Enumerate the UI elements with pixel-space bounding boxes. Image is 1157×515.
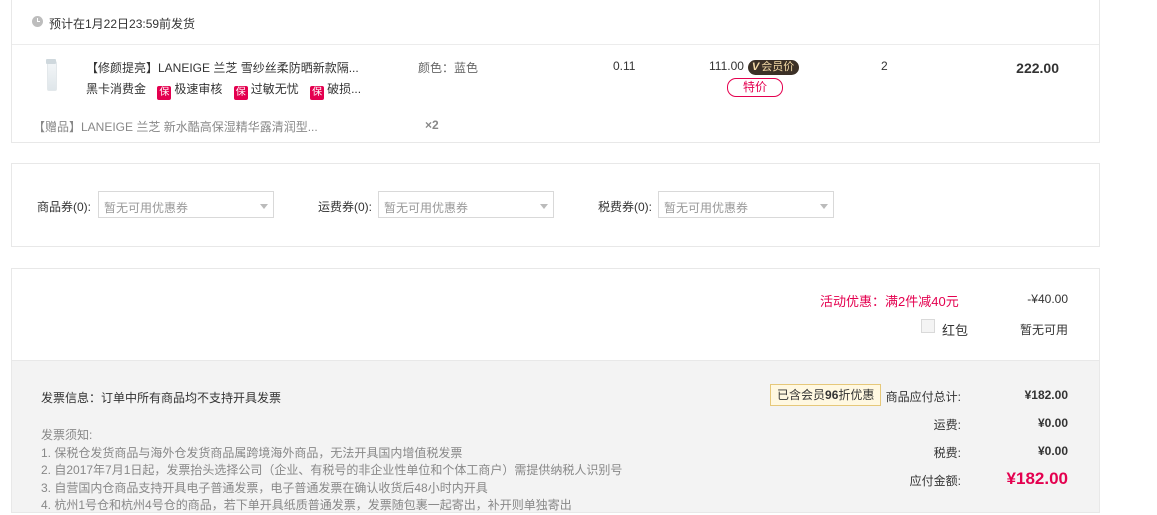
special-price-badge: 特价 <box>727 78 783 97</box>
promo-text: 活动优惠：满2件减40元 <box>820 294 959 309</box>
coupon-panel: 商品券(0): 暂无可用优惠券 运费券(0): 暂无可用优惠券 税费券(0): … <box>11 163 1100 247</box>
guarantee-icon: 保 <box>310 86 325 100</box>
tax-coupon-label: 税费券(0): <box>598 200 653 214</box>
hongbao-label: 红包 <box>942 323 969 338</box>
guarantee-damage: 保破损... <box>310 82 362 100</box>
clock-icon <box>32 16 43 27</box>
shipping-row: 预计在1月22日23:59前发货 <box>12 0 1099 45</box>
product-badges: 黑卡消费金 保极速审核 保过敏无忧 保破损... <box>86 80 369 100</box>
product-subtotal: 222.00 <box>1016 60 1059 76</box>
hongbao-checkbox[interactable] <box>921 319 935 333</box>
order-item-panel: 预计在1月22日23:59前发货 【修颜提亮】LANEIGE 兰芝 雪纱丝柔防晒… <box>11 0 1100 143</box>
order-summary-panel: 活动优惠：满2件减40元 -¥40.00 红包 暂无可用 发票信息：订单中所有商… <box>11 268 1100 513</box>
tax-coupon-select[interactable]: 暂无可用优惠券 <box>658 191 834 218</box>
invoice-note-line: 2. 自2017年7月1日起，发票抬头选择公司（企业、有税号的非企业性单位和个体… <box>41 463 623 477</box>
product-attribute: 颜色：蓝色 <box>418 61 479 75</box>
goods-coupon-select[interactable]: 暂无可用优惠券 <box>98 191 274 218</box>
promo-amount: -¥40.00 <box>1027 292 1068 306</box>
shipping-notice: 预计在1月22日23:59前发货 <box>49 17 196 31</box>
product-thumbnail[interactable] <box>40 59 62 93</box>
vip-discount-note: 已含会员96折优惠 <box>770 384 882 406</box>
dropdown-arrow-icon <box>260 204 268 209</box>
guarantee-icon: 保 <box>157 86 172 100</box>
product-price: 111.00 V 会员价 <box>709 59 800 75</box>
goods-total-label: 商品应付总计: <box>885 390 961 404</box>
invoice-note-line: 3. 自营国内仓商品支持开具电子普通发票，电子普通发票在确认收货后48小时内开具 <box>41 480 488 495</box>
guarantee-allergy: 保过敏无忧 <box>233 82 299 100</box>
vip-icon: V <box>751 61 760 73</box>
freight-coupon-label: 运费券(0): <box>318 200 373 214</box>
black-card-badge: 黑卡消费金 <box>86 82 147 96</box>
dropdown-arrow-icon <box>540 204 548 209</box>
invoice-info: 发票信息：订单中所有商品均不支持开具发票 <box>41 391 282 405</box>
goods-coupon-label: 商品券(0): <box>37 200 92 214</box>
gift-item-link[interactable]: 【赠品】LANEIGE 兰芝 新水酷高保湿精华露清润型... <box>33 118 323 135</box>
dropdown-arrow-icon <box>820 204 828 209</box>
payable-amount: ¥182.00 <box>1006 469 1068 488</box>
vip-price-tag: V 会员价 <box>747 60 800 75</box>
guarantee-icon: 保 <box>233 86 248 100</box>
invoice-note-line: 1. 保税仓发货商品与海外仓发货商品属跨境海外商品，无法开具国内增值税发票 <box>41 445 463 460</box>
hongbao-value: 暂无可用 <box>1019 323 1068 337</box>
invoice-and-totals: 发票信息：订单中所有商品均不支持开具发票 发票须知: 1. 保税仓发货商品与海外… <box>12 360 1099 512</box>
invoice-note-line: 4. 杭州1号仓和杭州4号仓的商品，若下单开具纸质普通发票，发票随包裹一起寄出，… <box>41 498 572 512</box>
payable-label: 应付金额: <box>909 474 961 488</box>
tax-value: ¥0.00 <box>1037 444 1068 458</box>
gift-quantity: ×2 <box>425 118 439 132</box>
goods-total-value: ¥182.00 <box>1024 388 1068 402</box>
invoice-notes: 发票须知: 1. 保税仓发货商品与海外仓发货商品属跨境海外商品，无法开具国内增值… <box>41 427 622 515</box>
product-tax: 0.11 <box>613 59 636 73</box>
product-title-link[interactable]: 【修颜提亮】LANEIGE 兰芝 雪纱丝柔防晒新款隔... <box>86 59 376 76</box>
bottle-icon <box>47 61 57 91</box>
freight-value: ¥0.00 <box>1037 416 1068 430</box>
tax-label: 税费: <box>933 446 961 460</box>
invoice-note-line: 发票须知: <box>41 428 93 442</box>
guarantee-fast-review: 保极速审核 <box>157 82 223 100</box>
freight-coupon-select[interactable]: 暂无可用优惠券 <box>378 191 554 218</box>
freight-label: 运费: <box>933 418 961 432</box>
product-quantity: 2 <box>881 59 888 73</box>
